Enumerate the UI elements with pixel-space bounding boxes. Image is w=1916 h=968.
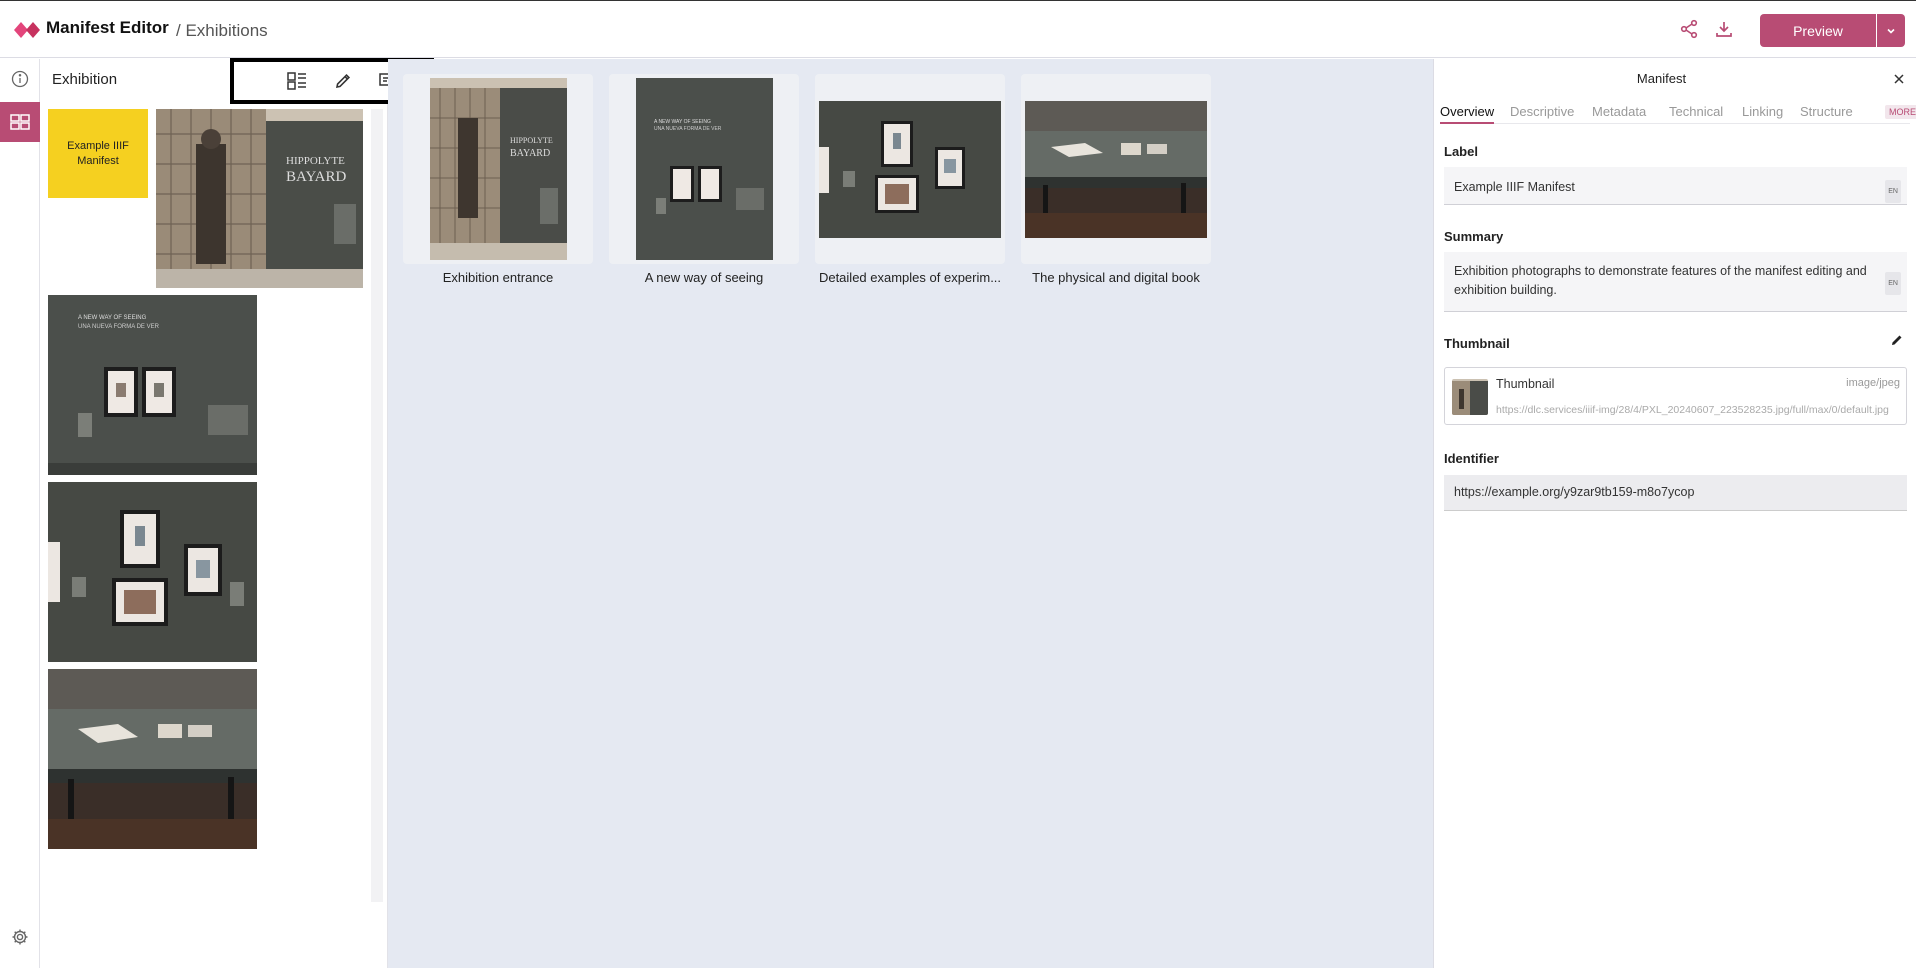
exhibition-entrance-image[interactable]: HIPPOLYTE BAYARD (156, 109, 363, 288)
card-thumbnail (819, 101, 1001, 238)
thumbnail-url: https://dlc.services/iiif-img/28/4/PXL_2… (1496, 404, 1889, 416)
manifest-editor-logo-icon (14, 22, 40, 38)
grid-layout-button[interactable] (284, 68, 310, 94)
manifest-tile[interactable]: Example IIIF Manifest (48, 109, 148, 198)
frames-photo (48, 482, 257, 662)
label-heading: Label (1444, 144, 1478, 159)
thumbnail-preview-image (1452, 379, 1488, 415)
manifest-properties-panel: Manifest Overview Descriptive Metadata T… (1433, 59, 1916, 968)
edit-button[interactable] (330, 68, 356, 94)
summary-heading: Summary (1444, 229, 1504, 244)
thumbnail-title: Thumbnail (1496, 377, 1555, 391)
top-bar: Manifest Editor / Exhibitions Preview (0, 0, 1916, 58)
thumbnail-card[interactable]: Thumbnail image/jpeg https://dlc.service… (1444, 367, 1907, 425)
svg-text:UNA NUEVA FORMA DE VER: UNA NUEVA FORMA DE VER (78, 324, 160, 330)
close-button[interactable] (1889, 69, 1909, 89)
card-thumbnail: HIPPOLYTE BAYARD (430, 78, 567, 260)
label-value: Example IIIF Manifest (1454, 180, 1575, 194)
svg-text:HIPPOLYTE: HIPPOLYTE (286, 155, 345, 167)
panel-scrollbar[interactable] (371, 109, 383, 902)
summary-value: Exhibition photographs to demonstrate fe… (1454, 264, 1867, 297)
exhibition-panel: Exhibition Example IIIF Manifest HIPPOLY… (41, 58, 434, 968)
entrance-photo: HIPPOLYTE BAYARD (156, 109, 363, 288)
svg-text:A NEW WAY OF SEEING: A NEW WAY OF SEEING (654, 119, 711, 125)
tab-descriptive[interactable]: Descriptive (1510, 104, 1574, 119)
thumbnail-heading: Thumbnail (1444, 336, 1510, 351)
panel-title: Exhibition (52, 71, 118, 88)
physical-digital-book-image[interactable] (48, 669, 257, 849)
gear-icon (12, 929, 28, 945)
card-label: Detailed examples of experim... (818, 270, 1002, 285)
card-label: Exhibition entrance (442, 270, 554, 285)
pencil-icon (335, 73, 351, 89)
share-icon (1680, 19, 1698, 39)
download-button[interactable] (1711, 16, 1737, 42)
thumbnail-mime-type: image/jpeg (1846, 377, 1900, 389)
app-title[interactable]: Manifest Editor (46, 18, 169, 38)
language-badge[interactable]: EN (1885, 180, 1901, 203)
canvas-grid-area: HIPPOLYTE BAYARD Exhibition entrance A N… (388, 59, 1433, 968)
rail-grid-button[interactable] (0, 102, 40, 142)
info-icon (11, 70, 29, 88)
tab-technical[interactable]: Technical (1669, 104, 1723, 119)
more-tabs-button[interactable]: MORE (1885, 105, 1916, 119)
close-icon (1894, 74, 1904, 84)
edit-thumbnail-button[interactable] (1890, 333, 1906, 349)
property-tabs: Overview Descriptive Metadata Technical … (1440, 100, 1916, 124)
rail-info-button[interactable] (0, 59, 40, 99)
tab-metadata[interactable]: Metadata (1592, 104, 1646, 119)
identifier-heading: Identifier (1444, 451, 1499, 466)
preview-dropdown-button[interactable] (1877, 14, 1905, 47)
language-badge[interactable]: EN (1885, 272, 1901, 295)
identifier-field: https://example.org/y9zar9tb159-m8o7ycop (1444, 475, 1907, 511)
gallery-wall-photo: A NEW WAY OF SEEING UNA NUEVA FORMA DE V… (48, 295, 257, 475)
grid-layout-icon (287, 72, 306, 90)
canvas-card[interactable] (1021, 74, 1211, 264)
svg-text:A NEW WAY OF SEEING: A NEW WAY OF SEEING (78, 315, 147, 321)
card-label: A new way of seeing (644, 270, 764, 285)
chevron-down-icon (1887, 28, 1895, 34)
rail-settings-button[interactable] (0, 917, 40, 957)
panel-title: Manifest (1636, 71, 1687, 86)
card-thumbnail (1025, 101, 1207, 238)
preview-button[interactable]: Preview (1760, 14, 1876, 47)
card-thumbnail: A NEW WAY OF SEEING UNA NUEVA FORMA DE V… (636, 78, 773, 260)
detailed-examples-image[interactable] (48, 482, 257, 662)
pencil-icon (1892, 335, 1902, 345)
share-button[interactable] (1676, 16, 1702, 42)
canvas-card[interactable] (815, 74, 1005, 264)
left-rail (0, 59, 40, 968)
breadcrumb[interactable]: / Exhibitions (176, 21, 268, 41)
tab-structure[interactable]: Structure (1800, 104, 1853, 119)
tab-linking[interactable]: Linking (1742, 104, 1783, 119)
new-way-of-seeing-image[interactable]: A NEW WAY OF SEEING UNA NUEVA FORMA DE V… (48, 295, 257, 475)
svg-text:BAYARD: BAYARD (510, 148, 550, 159)
svg-text:UNA NUEVA FORMA DE VER: UNA NUEVA FORMA DE VER (654, 126, 722, 132)
grid-icon (10, 114, 30, 130)
summary-input[interactable]: Exhibition photographs to demonstrate fe… (1444, 252, 1907, 312)
display-case-photo (48, 669, 257, 849)
svg-text:HIPPOLYTE: HIPPOLYTE (510, 136, 553, 145)
tab-overview[interactable]: Overview (1440, 104, 1495, 124)
card-label: The physical and digital book (1032, 270, 1200, 285)
label-input[interactable]: Example IIIF Manifest EN (1444, 167, 1907, 205)
svg-text:BAYARD: BAYARD (286, 169, 346, 185)
canvas-card[interactable]: HIPPOLYTE BAYARD (403, 74, 593, 264)
download-icon (1716, 22, 1732, 37)
canvas-card[interactable]: A NEW WAY OF SEEING UNA NUEVA FORMA DE V… (609, 74, 799, 264)
